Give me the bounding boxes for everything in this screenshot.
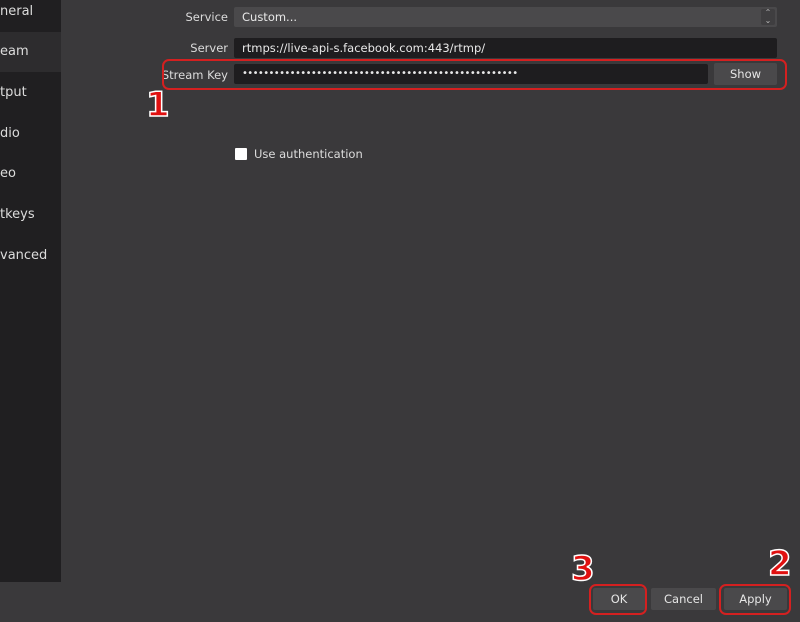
step-2-label: 2 [767, 544, 792, 584]
sidebar-item-stream[interactable]: eam [0, 32, 61, 72]
server-input[interactable]: rtmps://live-api-s.facebook.com:443/rtmp… [234, 38, 777, 58]
step-3-label: 3 [570, 549, 595, 589]
use-auth-checkbox[interactable] [235, 148, 247, 160]
sidebar-item-audio[interactable]: dio [0, 114, 61, 154]
step-1-label: 1 [145, 85, 170, 125]
sidebar-item-output[interactable]: tput [0, 73, 61, 113]
settings-sidebar: neral eam tput dio eo tkeys vanced [0, 0, 61, 582]
service-value: Custom... [242, 10, 298, 24]
chevron-up-down-icon: ⌃ ⌄ [761, 9, 775, 25]
highlight-box-apply [719, 584, 791, 615]
server-label: Server [190, 41, 228, 55]
sidebar-item-general[interactable]: neral [0, 0, 61, 32]
highlight-box-stream-key [162, 59, 787, 90]
sidebar-item-hotkeys[interactable]: tkeys [0, 195, 61, 235]
sidebar-item-video[interactable]: eo [0, 154, 61, 194]
sidebar-item-advanced[interactable]: vanced [0, 236, 61, 276]
service-select[interactable]: Custom... ⌃ ⌄ [234, 7, 777, 27]
cancel-button[interactable]: Cancel [651, 588, 716, 610]
highlight-box-ok [589, 584, 647, 615]
use-auth-label: Use authentication [254, 147, 363, 161]
service-label: Service [185, 10, 228, 24]
